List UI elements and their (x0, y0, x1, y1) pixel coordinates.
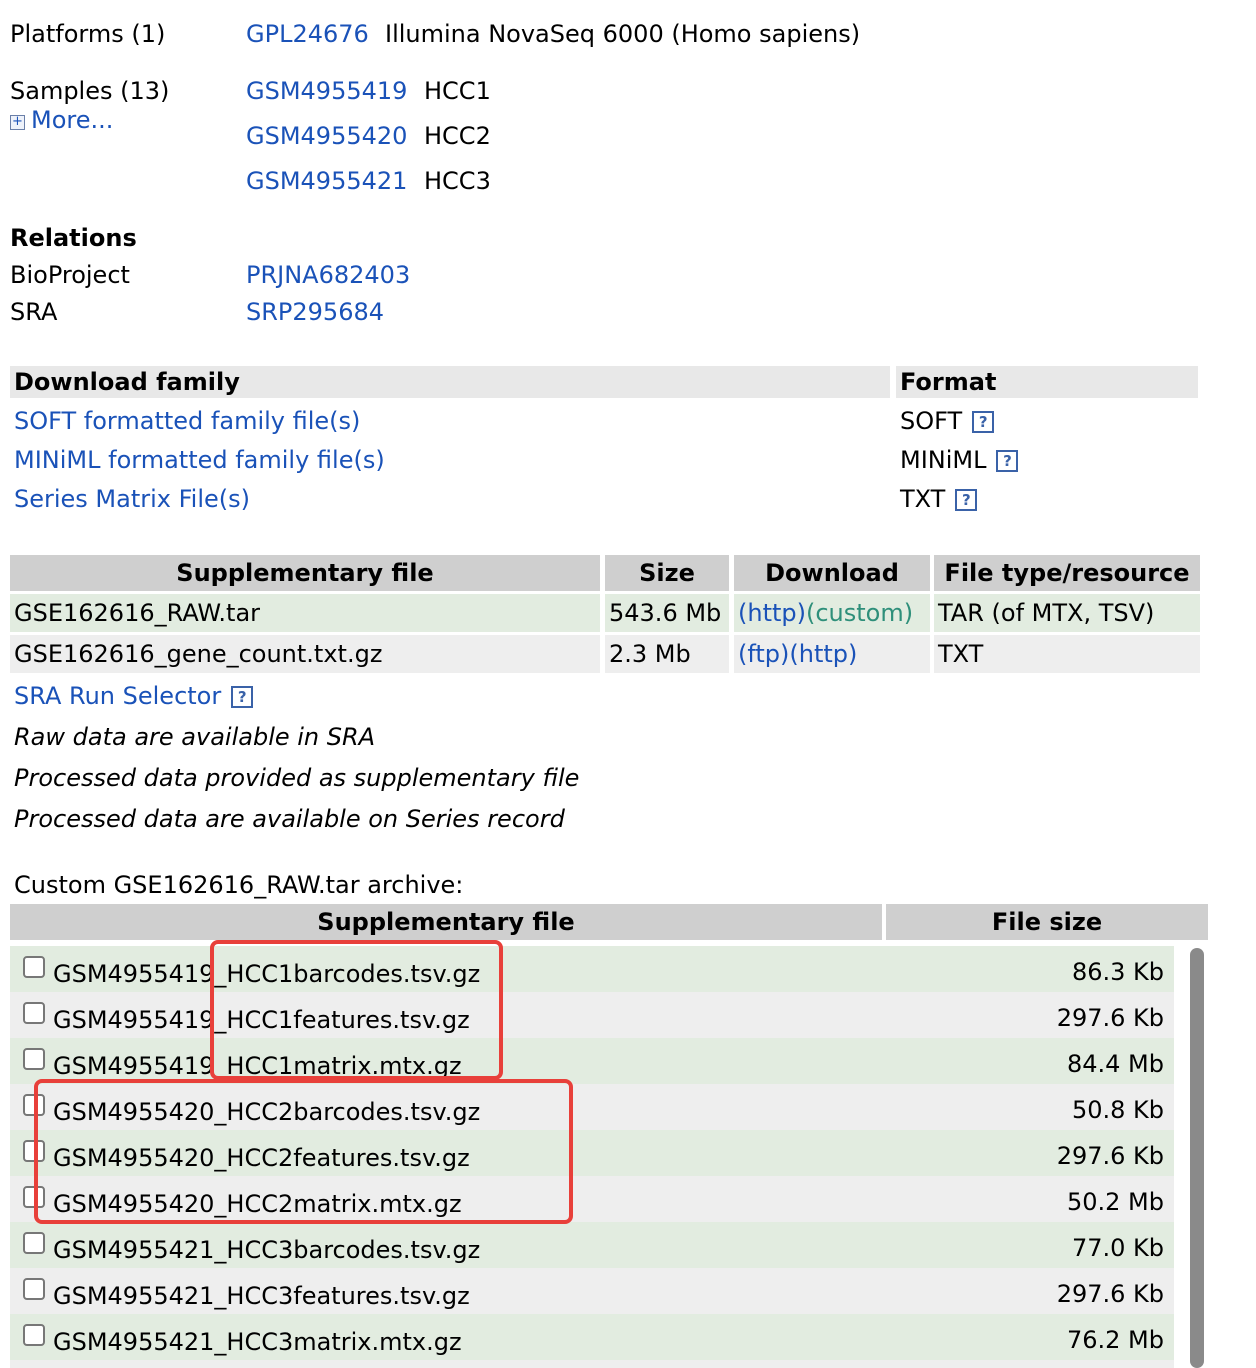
vertical-scrollbar[interactable] (1190, 948, 1204, 1368)
txt-format: TXT? (900, 485, 978, 513)
highlight-box-hcc1 (210, 940, 503, 1080)
supp-file-type: TAR (of MTX, TSV) (938, 599, 1155, 627)
expand-plus-icon: + (10, 115, 25, 130)
samples-label: Samples (13) (10, 77, 170, 105)
series-matrix-link[interactable]: Series Matrix File(s) (14, 485, 250, 513)
supp-row2-size-cell: 2.3 Mb (605, 635, 729, 673)
more-link[interactable]: More... (31, 106, 113, 134)
supp-file-name: GSE162616_RAW.tar (14, 599, 261, 627)
supp-file-size: 2.3 Mb (609, 640, 691, 668)
ftp-download-link[interactable]: (ftp) (738, 640, 789, 668)
download-family-header: Download family (14, 368, 240, 396)
archive-file-size: 50.2 Mb (1066, 1188, 1164, 1216)
soft-family-link[interactable]: SOFT formatted family file(s) (14, 407, 360, 435)
sra-run-selector-link[interactable]: SRA Run Selector (14, 682, 221, 710)
supp-header-download: Download (734, 555, 930, 591)
note-processed-supp: Processed data provided as supplementary… (14, 764, 580, 792)
sample-name-2: HCC2 (424, 122, 491, 150)
relation-label-sra: SRA (10, 298, 58, 326)
help-icon[interactable]: ? (955, 489, 978, 511)
archive-file-size: 50.8 Kb (1071, 1096, 1164, 1124)
archive-row: GSM4955419_HCC1matrix.mtx.gz 84.4 Mb (10, 1038, 1174, 1084)
supp-row1-size-cell: 543.6 Mb (605, 594, 729, 632)
help-icon[interactable]: ? (231, 686, 254, 708)
supp-header-filetype: File type/resource (934, 555, 1200, 591)
file-checkbox[interactable] (23, 1324, 45, 1346)
relations-title: Relations (10, 224, 137, 252)
bioproject-link[interactable]: PRJNA682403 (246, 261, 410, 289)
archive-file-size: 297.6 Kb (1056, 1280, 1164, 1308)
supp-row2-download-cell: (ftp)(http) (734, 635, 930, 673)
archive-file-size: 86.3 Kb (1071, 958, 1164, 986)
supp-file-size: 543.6 Mb (609, 599, 722, 627)
note-raw-data: Raw data are available in SRA (14, 723, 376, 751)
samples-more-toggle[interactable]: + More... (10, 106, 113, 134)
archive-row: GSM4955421_HCC3features.tsv.gz 297.6 Kb (10, 1268, 1174, 1314)
miniml-format: MINiML? (900, 446, 1019, 474)
sample-name-1: HCC1 (424, 77, 491, 105)
sra-run-selector: SRA Run Selector? (14, 682, 254, 710)
platform-description: Illumina NovaSeq 6000 (Homo sapiens) (385, 20, 861, 48)
archive-file-size: 77.0 Kb (1071, 1234, 1164, 1262)
archive-caption: Custom GSE162616_RAW.tar archive: (14, 871, 464, 899)
custom-download-link[interactable]: (custom) (806, 599, 913, 627)
txt-format-label: TXT (900, 485, 946, 513)
supp-header-size: Size (605, 555, 729, 591)
archive-row: GSM4955419_HCC1barcodes.tsv.gz 86.3 Kb (10, 946, 1174, 992)
supp-header-file: Supplementary file (10, 555, 600, 591)
note-processed-series: Processed data are available on Series r… (14, 805, 565, 833)
soft-format-label: SOFT (900, 407, 963, 435)
sra-link[interactable]: SRP295684 (246, 298, 384, 326)
sample-link-2[interactable]: GSM4955420 (246, 122, 407, 150)
http-download-link[interactable]: (http) (738, 599, 806, 627)
relation-label-bioproject: BioProject (10, 261, 130, 289)
archive-header-size: File size (886, 904, 1208, 940)
supp-row1-download-cell: (http)(custom) (734, 594, 930, 632)
soft-format: SOFT? (900, 407, 995, 435)
format-header: Format (900, 368, 997, 396)
highlight-box-hcc2 (34, 1079, 573, 1224)
supp-row2-file-cell: GSE162616_gene_count.txt.gz (10, 635, 600, 673)
sample-link-1[interactable]: GSM4955419 (246, 77, 407, 105)
archive-file-name: GSM4955421_HCC3matrix.mtx.gz (53, 1328, 462, 1356)
sample-name-3: HCC3 (424, 167, 491, 195)
archive-file-size: 297.6 Kb (1056, 1142, 1164, 1170)
supp-row2-type-cell: TXT (934, 635, 1200, 673)
platform-link[interactable]: GPL24676 (246, 20, 369, 48)
format-header-cell: Format (896, 366, 1198, 398)
supp-row1-type-cell: TAR (of MTX, TSV) (934, 594, 1200, 632)
platforms-label: Platforms (1) (10, 20, 166, 48)
archive-header-file: Supplementary file (10, 904, 882, 940)
file-checkbox[interactable] (23, 1232, 45, 1254)
file-checkbox[interactable] (23, 1048, 45, 1070)
supp-row1-file-cell: GSE162616_RAW.tar (10, 594, 600, 632)
archive-row: GSM4955421_HCC3barcodes.tsv.gz 77.0 Kb (10, 1222, 1174, 1268)
file-checkbox[interactable] (23, 1278, 45, 1300)
file-checkbox[interactable] (23, 1002, 45, 1024)
file-checkbox[interactable] (23, 956, 45, 978)
archive-file-name: GSM4955421_HCC3features.tsv.gz (53, 1282, 470, 1310)
archive-file-size: 76.2 Mb (1066, 1326, 1164, 1354)
miniml-format-label: MINiML (900, 446, 987, 474)
download-family-header-cell: Download family (10, 366, 890, 398)
archive-file-name: GSM4955421_HCC3barcodes.tsv.gz (53, 1236, 481, 1264)
archive-row: GSM4955419_HCC1features.tsv.gz 297.6 Kb (10, 992, 1174, 1038)
miniml-family-link[interactable]: MINiML formatted family file(s) (14, 446, 385, 474)
archive-file-size: 297.6 Kb (1056, 1004, 1164, 1032)
http-download-link[interactable]: (http) (789, 640, 857, 668)
help-icon[interactable]: ? (972, 411, 995, 433)
archive-row: GSM4955421_HCC3matrix.mtx.gz 76.2 Mb (10, 1314, 1174, 1360)
archive-row (10, 1360, 1174, 1368)
archive-file-size: 84.4 Mb (1066, 1050, 1164, 1078)
sample-link-3[interactable]: GSM4955421 (246, 167, 407, 195)
supp-file-type: TXT (938, 640, 984, 668)
supp-file-name: GSE162616_gene_count.txt.gz (14, 640, 383, 668)
help-icon[interactable]: ? (996, 450, 1019, 472)
